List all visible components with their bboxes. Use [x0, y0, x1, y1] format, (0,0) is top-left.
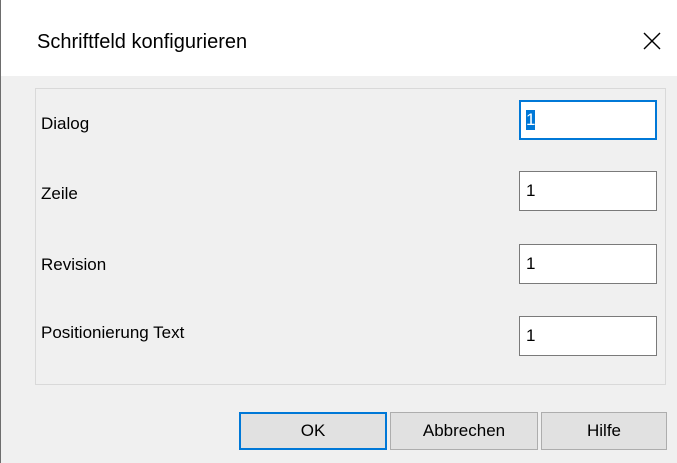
help-button[interactable]: Hilfe	[541, 412, 667, 450]
dialog-window: Schriftfeld konfigurieren Dialog Zeile R…	[0, 0, 677, 463]
revision-field[interactable]	[519, 244, 657, 284]
positionierung-text-field[interactable]	[519, 316, 657, 356]
zeile-field[interactable]	[519, 171, 657, 211]
cancel-button[interactable]: Abbrechen	[390, 412, 538, 450]
ok-button[interactable]: OK	[239, 412, 387, 450]
revision-label: Revision	[41, 255, 107, 274]
zeile-label: Zeile	[41, 184, 78, 203]
dialog-field[interactable]	[519, 100, 657, 140]
close-icon	[643, 32, 661, 50]
dialog-title: Schriftfeld konfigurieren	[37, 31, 248, 53]
dialog-label: Dialog	[41, 114, 90, 133]
title-bar: Schriftfeld konfigurieren	[1, 0, 677, 76]
positionierung-text-label: Positionierung Text	[41, 323, 185, 342]
close-button[interactable]	[629, 18, 675, 64]
